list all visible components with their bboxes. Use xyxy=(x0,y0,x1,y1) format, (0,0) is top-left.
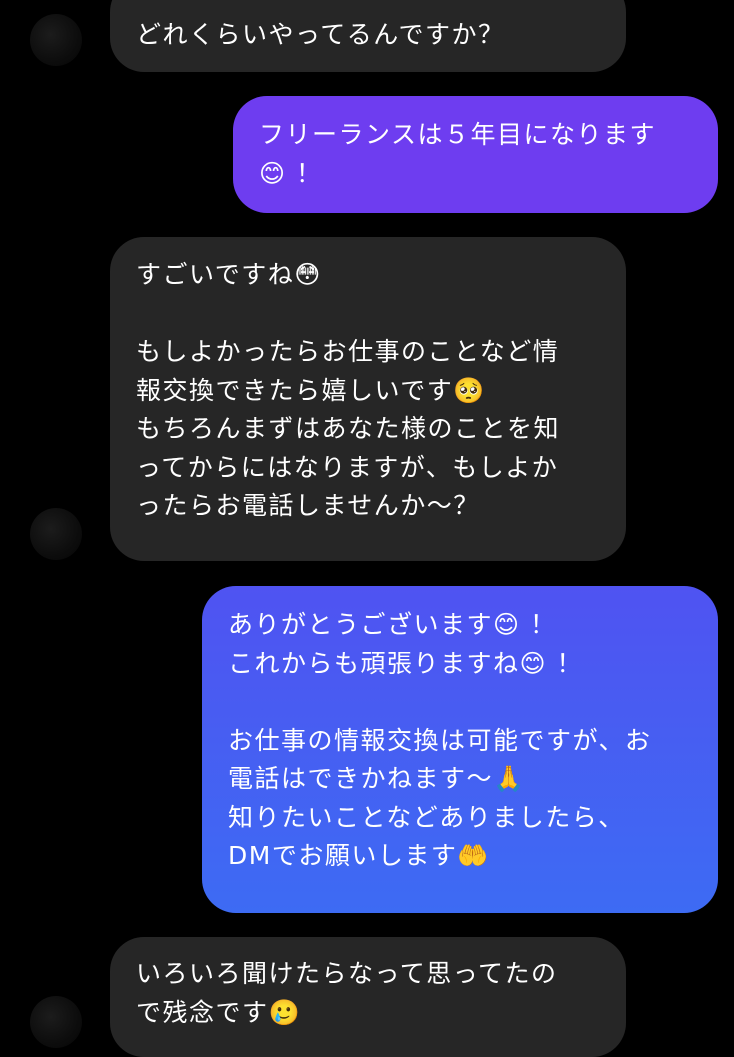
message-text-line: お仕事の情報交換は可能ですが、お xyxy=(228,725,652,755)
message-thread: どれくらいやってるんですか？ フリーランスは５年目になります 😊 ！ すごいです… xyxy=(0,0,734,1057)
message-text-line xyxy=(136,295,602,334)
message-text-line: ってからにはなりますが、もしよか xyxy=(136,452,559,482)
incoming-message-bubble[interactable]: どれくらいやってるんですか？ xyxy=(110,0,626,72)
message-text-line: DMでお願いします🤲 xyxy=(228,841,490,870)
message-text-line: 知りたいことなどありましたら、 xyxy=(228,802,625,832)
outgoing-message-bubble[interactable]: ありがとうございます😊 ！ これからも頑張りますね😊 ！ お仕事の情報交換は可能… xyxy=(202,586,718,913)
message-text-line xyxy=(228,683,694,722)
outgoing-message-bubble[interactable]: フリーランスは５年目になります 😊 ！ xyxy=(233,96,718,213)
message-text-line: もしよかったらお仕事のことなど情 xyxy=(136,337,560,366)
message-text-line: これからも頑張りますね😊 ！ xyxy=(228,648,584,678)
contact-avatar[interactable] xyxy=(30,508,82,560)
message-text-line: で残念です🥲 xyxy=(136,997,302,1027)
contact-avatar[interactable] xyxy=(30,996,82,1048)
message-text-line: ったらお電話しませんか〜？ xyxy=(136,491,480,520)
message-text-line: フリーランスは５年目になります xyxy=(259,120,657,149)
message-text-line: すごいですね😳 xyxy=(136,260,322,289)
message-text-line: 報交換できたら嬉しいです🥺 xyxy=(136,375,486,405)
message-text-line: 😊 ！ xyxy=(259,158,323,188)
message-text-line: 電話はできかねます〜🙏 xyxy=(228,764,526,793)
message-text-line: もちろんまずはあなた様のことを知 xyxy=(136,414,561,443)
message-text-line: どれくらいやってるんですか？ xyxy=(136,20,505,49)
incoming-message-bubble[interactable]: すごいですね😳 もしよかったらお仕事のことなど情 報交換できたら嬉しいです🥺 も… xyxy=(110,237,626,561)
message-text-line: いろいろ聞けたらなって思ってたの xyxy=(136,959,558,988)
contact-avatar[interactable] xyxy=(30,14,82,66)
incoming-message-bubble[interactable]: いろいろ聞けたらなって思ってたの で残念です🥲 xyxy=(110,937,626,1057)
message-text-line: ありがとうございます😊 ！ xyxy=(228,610,557,639)
